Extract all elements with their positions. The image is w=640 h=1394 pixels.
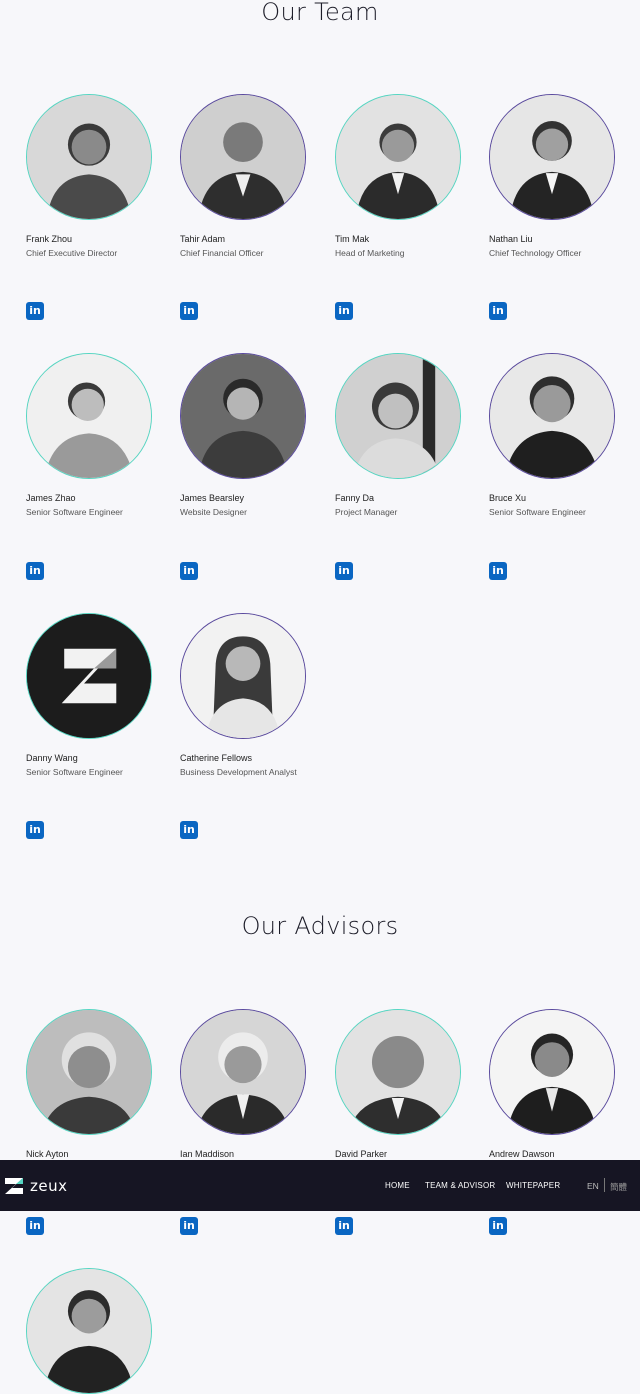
member-photo xyxy=(335,94,461,220)
zeux-logo-placeholder-icon xyxy=(27,614,151,738)
linkedin-icon[interactable]: in xyxy=(180,1217,198,1235)
linkedin-icon[interactable]: in xyxy=(180,562,198,580)
member-role: Chief Technology Officer xyxy=(489,248,582,258)
member-name: James Zhao xyxy=(26,493,76,503)
team-member-card: Nathan Liu Chief Technology Officer xyxy=(489,94,629,258)
zeux-logo[interactable]: zeux xyxy=(4,1175,68,1197)
nav-whitepaper[interactable]: WHITEPAPER xyxy=(506,1181,560,1190)
advisor-photo xyxy=(26,1009,152,1135)
linkedin-icon[interactable]: in xyxy=(335,1217,353,1235)
advisor-photo xyxy=(335,1009,461,1135)
linkedin-icon[interactable]: in xyxy=(26,1217,44,1235)
linkedin-icon[interactable]: in xyxy=(489,302,507,320)
linkedin-icon[interactable]: in xyxy=(489,1217,507,1235)
linkedin-icon[interactable]: in xyxy=(180,302,198,320)
advisor-card: Nick Ayton xyxy=(26,1009,166,1159)
member-photo xyxy=(180,353,306,479)
team-member-card: Frank Zhou Chief Executive Director xyxy=(26,94,166,258)
member-name: Danny Wang xyxy=(26,753,78,763)
member-name: Fanny Da xyxy=(335,493,375,503)
member-photo xyxy=(489,94,615,220)
advisor-name: Andrew Dawson xyxy=(489,1149,555,1159)
team-member-card: James Zhao Senior Software Engineer xyxy=(26,353,166,517)
advisor-photo xyxy=(489,1009,615,1135)
team-member-card: James Bearsley Website Designer xyxy=(180,353,320,517)
linkedin-icon[interactable]: in xyxy=(26,562,44,580)
member-name: Catherine Fellows xyxy=(180,753,253,763)
lang-divider xyxy=(604,1178,605,1192)
advisor-card: David Parker xyxy=(335,1009,475,1159)
lang-zh-toggle[interactable]: 簡體 xyxy=(610,1181,627,1193)
advisor-card xyxy=(26,1268,166,1394)
member-name: James Bearsley xyxy=(180,493,245,503)
team-member-card: Bruce Xu Senior Software Engineer xyxy=(489,353,629,517)
member-role: Chief Financial Officer xyxy=(180,248,264,258)
team-member-card: Tahir Adam Chief Financial Officer xyxy=(180,94,320,258)
linkedin-icon[interactable]: in xyxy=(180,821,198,839)
advisors-title: Our Advisors xyxy=(241,912,399,940)
member-photo xyxy=(26,613,152,739)
advisor-name: Ian Maddison xyxy=(180,1149,235,1159)
advisor-photo xyxy=(26,1268,152,1394)
member-photo xyxy=(180,94,306,220)
member-name: Tahir Adam xyxy=(180,234,226,244)
linkedin-icon[interactable]: in xyxy=(489,562,507,580)
team-member-card: Catherine Fellows Business Development A… xyxy=(180,613,320,777)
nav-team-advisor[interactable]: TEAM & ADVISOR xyxy=(425,1181,495,1190)
lang-en-toggle[interactable]: EN xyxy=(587,1181,599,1191)
member-photo xyxy=(26,353,152,479)
member-role: Business Development Analyst xyxy=(180,767,297,777)
member-photo xyxy=(335,353,461,479)
member-name: Bruce Xu xyxy=(489,493,527,503)
linkedin-icon[interactable]: in xyxy=(26,302,44,320)
member-name: Frank Zhou xyxy=(26,234,73,244)
member-role: Senior Software Engineer xyxy=(26,767,123,777)
team-member-card: Tim Mak Head of Marketing xyxy=(335,94,475,258)
linkedin-icon[interactable]: in xyxy=(335,302,353,320)
top-navigation-bar: zeux HOME TEAM & ADVISOR WHITEPAPER EN 簡… xyxy=(0,1160,640,1211)
nav-home[interactable]: HOME xyxy=(385,1181,410,1190)
zeux-logo-icon xyxy=(5,1178,23,1194)
logo-text: zeux xyxy=(30,1177,68,1195)
advisor-name: David Parker xyxy=(335,1149,388,1159)
member-role: Chief Executive Director xyxy=(26,248,118,258)
member-name: Nathan Liu xyxy=(489,234,533,244)
member-role: Website Designer xyxy=(180,507,247,517)
advisor-photo xyxy=(180,1009,306,1135)
member-role: Senior Software Engineer xyxy=(489,507,586,517)
member-photo xyxy=(26,94,152,220)
advisor-card: Andrew Dawson xyxy=(489,1009,629,1159)
advisor-name: Nick Ayton xyxy=(26,1149,69,1159)
team-member-card: Danny Wang Senior Software Engineer xyxy=(26,613,166,777)
member-photo xyxy=(180,613,306,739)
team-member-card: Fanny Da Project Manager xyxy=(335,353,475,517)
member-name: Tim Mak xyxy=(335,234,370,244)
member-role: Head of Marketing xyxy=(335,248,405,258)
advisor-card: Ian Maddison xyxy=(180,1009,320,1159)
team-title: Our Team xyxy=(261,0,379,26)
member-photo xyxy=(489,353,615,479)
member-role: Senior Software Engineer xyxy=(26,507,123,517)
linkedin-icon[interactable]: in xyxy=(26,821,44,839)
linkedin-icon[interactable]: in xyxy=(335,562,353,580)
member-role: Project Manager xyxy=(335,507,398,517)
